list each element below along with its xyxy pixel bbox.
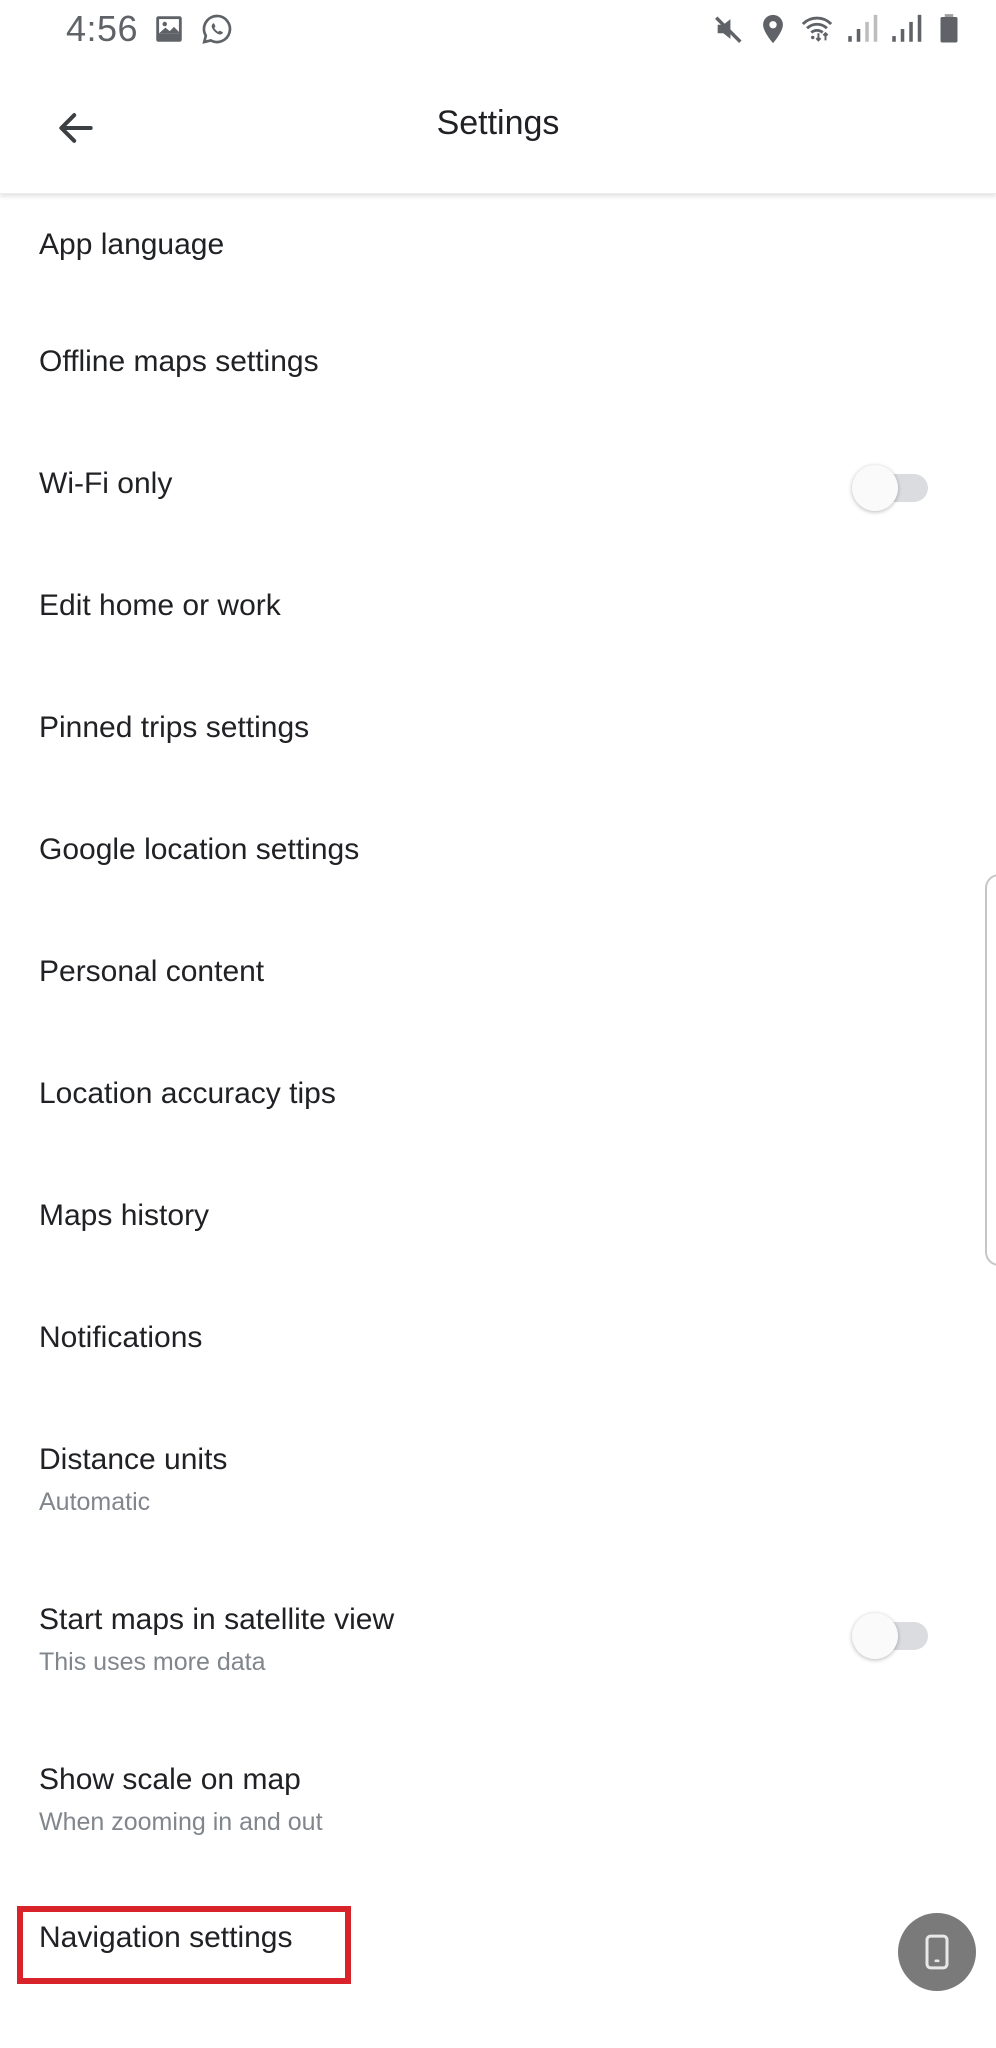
- signal-icon: [892, 14, 922, 42]
- setting-label: Notifications: [39, 1321, 203, 1354]
- whatsapp-icon: [202, 14, 232, 44]
- setting-personal-content[interactable]: Personal content: [0, 921, 996, 1043]
- wifi-only-toggle[interactable]: [852, 461, 930, 515]
- setting-pinned-trips[interactable]: Pinned trips settings: [0, 677, 996, 799]
- setting-label: Location accuracy tips: [39, 1077, 336, 1110]
- status-time: 4:56: [66, 8, 139, 49]
- setting-label: Maps history: [39, 1199, 210, 1232]
- setting-label: Personal content: [39, 955, 265, 988]
- setting-label: Show scale on map: [39, 1763, 301, 1796]
- setting-label: Navigation settings: [39, 1921, 293, 1954]
- setting-label: App language: [39, 228, 225, 261]
- setting-maps-history[interactable]: Maps history: [0, 1165, 996, 1287]
- setting-label: Pinned trips settings: [39, 711, 310, 744]
- status-bar: 4:56: [0, 0, 996, 62]
- setting-app-language[interactable]: App language: [0, 194, 996, 311]
- setting-label: Edit home or work: [39, 589, 281, 622]
- setting-notifications[interactable]: Notifications: [0, 1287, 996, 1409]
- gallery-icon: [156, 16, 182, 42]
- setting-sublabel: Automatic: [39, 1488, 151, 1516]
- edge-panel-handle[interactable]: [985, 874, 996, 1266]
- wifi-icon: [801, 16, 833, 42]
- setting-edit-home-work[interactable]: Edit home or work: [0, 555, 996, 677]
- setting-wifi-only[interactable]: Wi-Fi only: [0, 433, 996, 555]
- setting-show-scale[interactable]: Show scale on map When zooming in and ou…: [0, 1719, 996, 1879]
- setting-label: Google location settings: [39, 833, 360, 866]
- satellite-view-toggle[interactable]: [852, 1609, 930, 1663]
- location-icon: [763, 14, 783, 44]
- setting-sublabel: This uses more data: [39, 1648, 266, 1676]
- setting-satellite-view[interactable]: Start maps in satellite view This uses m…: [0, 1559, 996, 1719]
- battery-icon: [940, 14, 958, 43]
- setting-label: Offline maps settings: [39, 345, 319, 378]
- setting-label: Start maps in satellite view: [39, 1603, 395, 1636]
- setting-sublabel: When zooming in and out: [39, 1808, 323, 1836]
- toggle-thumb: [852, 1613, 898, 1659]
- app-bar: Settings: [0, 62, 996, 194]
- signal-icon: [848, 14, 878, 42]
- setting-distance-units[interactable]: Distance units Automatic: [0, 1409, 996, 1559]
- mute-icon: [715, 16, 742, 43]
- phone-icon: [925, 1934, 949, 1970]
- setting-location-accuracy[interactable]: Location accuracy tips: [0, 1043, 996, 1165]
- status-system-icons: [712, 12, 966, 46]
- toggle-thumb: [852, 465, 898, 511]
- setting-offline-maps[interactable]: Offline maps settings: [0, 311, 996, 433]
- setting-google-location[interactable]: Google location settings: [0, 799, 996, 921]
- setting-label: Wi-Fi only: [39, 467, 173, 500]
- setting-label: Distance units: [39, 1443, 228, 1476]
- page-title: Settings: [436, 104, 560, 142]
- status-notification-icons: [152, 12, 234, 46]
- floating-phone-button[interactable]: [898, 1913, 976, 1991]
- setting-navigation[interactable]: Navigation settings: [0, 1879, 996, 2009]
